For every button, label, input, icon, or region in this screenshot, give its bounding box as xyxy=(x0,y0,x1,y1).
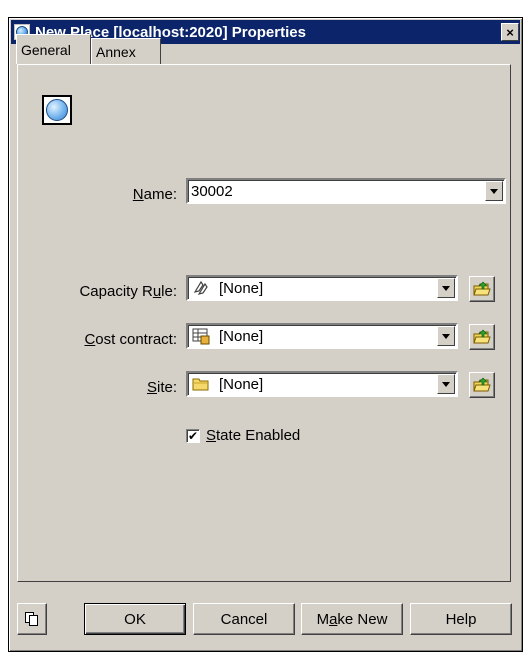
open-folder-icon xyxy=(473,329,491,344)
checkbox-box[interactable]: ✔ xyxy=(186,428,200,443)
cost-contract-label: Cost contract: xyxy=(84,331,177,348)
chevron-down-icon xyxy=(442,381,450,387)
capacity-rule-value: [None] xyxy=(219,279,264,297)
site-combobox[interactable]: [None] xyxy=(186,371,458,397)
folder-icon xyxy=(192,378,209,391)
name-dropdown-button[interactable] xyxy=(485,181,503,201)
ok-button[interactable]: OK xyxy=(84,603,186,635)
site-browse-button[interactable] xyxy=(469,372,495,398)
close-button[interactable]: × xyxy=(501,23,519,41)
chevron-down-icon xyxy=(442,333,450,339)
open-folder-icon xyxy=(473,281,491,296)
cost-contract-icon xyxy=(192,328,210,345)
name-combobox[interactable]: 30002 xyxy=(186,178,506,204)
name-label: Name: xyxy=(132,186,177,203)
copy-button[interactable] xyxy=(17,603,47,635)
copy-icon xyxy=(25,612,38,626)
cost-contract-value: [None] xyxy=(219,327,264,345)
open-folder-icon xyxy=(473,377,491,392)
capacity-rule-combobox[interactable]: [None] xyxy=(186,275,458,301)
capacity-rule-browse-button[interactable] xyxy=(469,276,495,302)
capacity-rule-label: Capacity Rule: xyxy=(79,283,177,300)
capacity-rule-icon xyxy=(193,280,208,295)
place-type-icon xyxy=(42,95,72,125)
cancel-button[interactable]: Cancel xyxy=(193,603,295,635)
chevron-down-icon xyxy=(442,285,450,291)
site-value: [None] xyxy=(219,375,264,393)
tab-annex-label: Annex xyxy=(96,43,136,60)
name-input[interactable]: 30002 xyxy=(188,183,485,200)
cost-contract-browse-button[interactable] xyxy=(469,324,495,350)
state-enabled-label: State Enabled xyxy=(206,427,301,444)
tab-annex[interactable]: Annex xyxy=(91,38,161,64)
site-label: Site: xyxy=(146,379,177,396)
tab-general[interactable]: General xyxy=(16,34,91,64)
checkmark-icon: ✔ xyxy=(187,428,199,443)
chevron-down-icon xyxy=(490,188,498,194)
cost-contract-dropdown-button[interactable] xyxy=(437,326,455,346)
tab-general-label: General xyxy=(21,41,71,58)
site-dropdown-button[interactable] xyxy=(437,374,455,394)
help-button[interactable]: Help xyxy=(410,603,512,635)
state-enabled-checkbox[interactable]: ✔ State Enabled xyxy=(186,427,300,444)
capacity-rule-dropdown-button[interactable] xyxy=(437,278,455,298)
make-new-button[interactable]: Make New xyxy=(301,603,403,635)
cost-contract-combobox[interactable]: [None] xyxy=(186,323,458,349)
